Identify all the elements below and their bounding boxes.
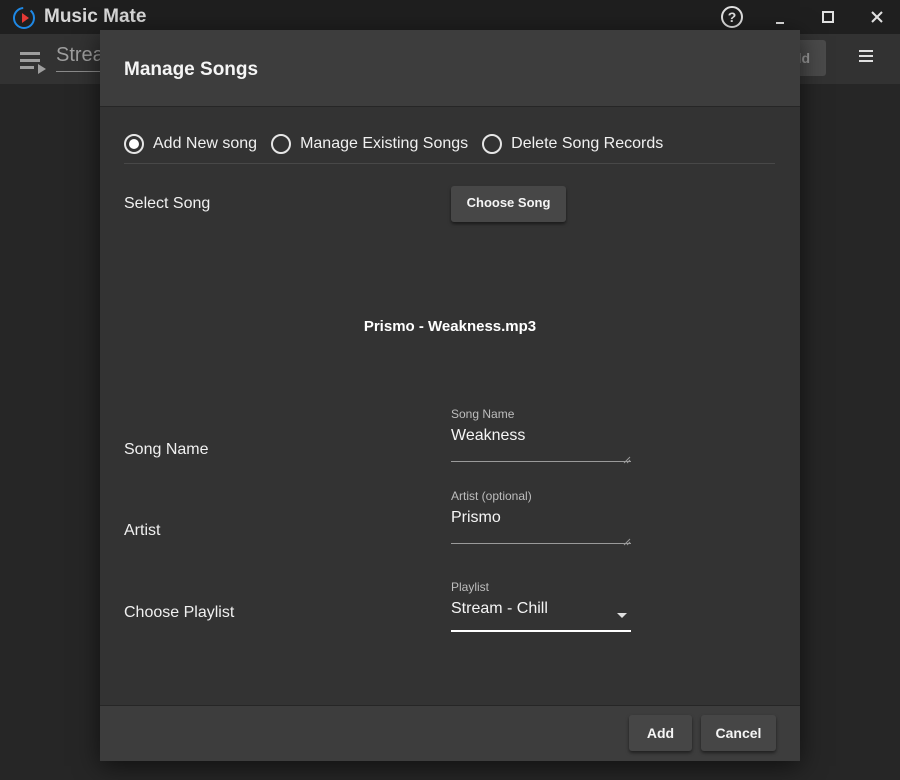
app-logo-icon bbox=[12, 6, 36, 30]
minimize-icon[interactable] bbox=[767, 4, 793, 30]
resize-grip-icon[interactable] bbox=[623, 451, 631, 464]
playlist-field: Playlist Stream - Chill bbox=[451, 580, 631, 632]
help-icon[interactable]: ? bbox=[719, 4, 745, 30]
select-song-label: Select Song bbox=[124, 195, 211, 212]
radio-unchecked-icon[interactable] bbox=[271, 134, 292, 154]
radio-label: Add New song bbox=[153, 135, 258, 152]
selected-file-name: Prismo - Weakness.mp3 bbox=[363, 318, 537, 335]
chevron-down-icon[interactable] bbox=[617, 606, 627, 618]
dialog-title: Manage Songs bbox=[124, 59, 259, 80]
playlist-caption: Playlist bbox=[451, 580, 490, 594]
choose-playlist-label: Choose Playlist bbox=[124, 604, 235, 621]
add-button[interactable]: Add bbox=[629, 715, 692, 751]
app-title: Music Mate bbox=[44, 6, 147, 27]
dialog-header: Manage Songs bbox=[100, 30, 800, 107]
radio-add-new-song[interactable]: Add New song bbox=[124, 134, 257, 154]
song-name-input[interactable]: Weakness bbox=[451, 427, 631, 464]
choose-song-button[interactable]: Choose Song bbox=[451, 186, 566, 222]
cancel-button[interactable]: Cancel bbox=[701, 715, 776, 751]
mode-radio-group: Add New song Manage Existing Songs Delet… bbox=[124, 132, 677, 156]
maximize-icon[interactable] bbox=[815, 4, 841, 30]
playlist-value[interactable]: Stream - Chill bbox=[451, 600, 548, 617]
artist-field: Artist (optional) Prismo bbox=[451, 489, 631, 546]
radio-label: Delete Song Records bbox=[511, 135, 664, 152]
radio-checked-icon[interactable] bbox=[124, 134, 144, 154]
artist-value[interactable]: Prismo bbox=[451, 509, 501, 526]
artist-label: Artist bbox=[124, 522, 161, 539]
song-name-label: Song Name bbox=[124, 441, 209, 458]
radio-label: Manage Existing Songs bbox=[300, 135, 469, 152]
manage-songs-dialog: Manage Songs Add New song Manage Existin… bbox=[100, 30, 800, 761]
queue-menu-icon[interactable] bbox=[20, 50, 48, 76]
song-name-value[interactable]: Weakness bbox=[451, 427, 525, 444]
song-name-field: Song Name Weakness bbox=[451, 407, 631, 464]
radio-delete-song-records[interactable]: Delete Song Records bbox=[482, 134, 663, 154]
hamburger-menu-icon[interactable] bbox=[856, 46, 878, 66]
resize-grip-icon[interactable] bbox=[623, 533, 631, 546]
song-name-caption: Song Name bbox=[451, 407, 515, 421]
artist-caption: Artist (optional) bbox=[451, 489, 532, 503]
radio-manage-existing-songs[interactable]: Manage Existing Songs bbox=[271, 134, 468, 154]
radio-unchecked-icon[interactable] bbox=[482, 134, 503, 154]
close-icon[interactable] bbox=[864, 4, 890, 30]
divider bbox=[124, 163, 775, 164]
dialog-footer: Add Cancel bbox=[100, 705, 800, 761]
playlist-select[interactable]: Stream - Chill bbox=[451, 600, 631, 632]
artist-input[interactable]: Prismo bbox=[451, 509, 631, 546]
window-titlebar: Music Mate ? bbox=[0, 0, 900, 34]
svg-text:?: ? bbox=[728, 9, 737, 25]
